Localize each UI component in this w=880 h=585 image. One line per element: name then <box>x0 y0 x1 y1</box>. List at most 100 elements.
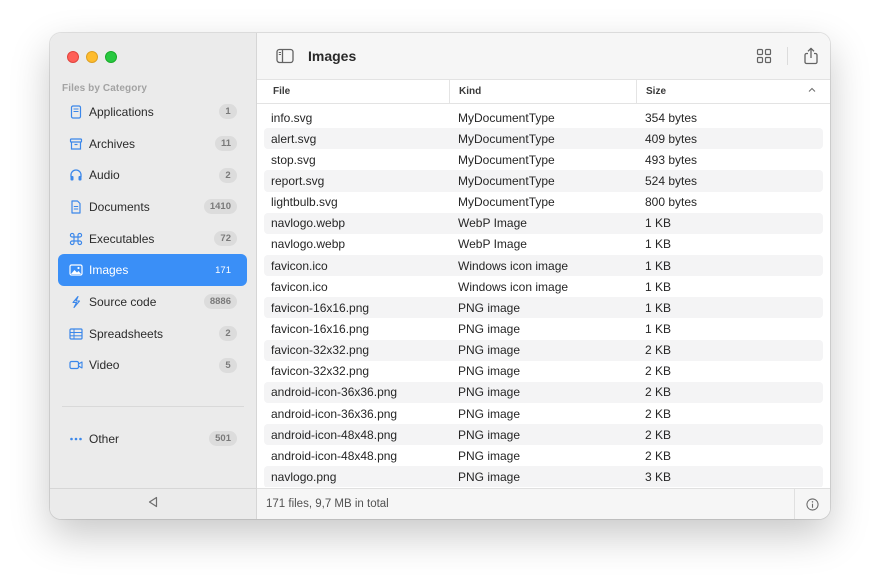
sidebar-item-label: Images <box>89 263 129 278</box>
table-row[interactable]: alert.svg MyDocumentType 409 bytes <box>264 128 823 150</box>
count-badge: 8886 <box>203 294 237 310</box>
zoom-window-button[interactable] <box>105 51 117 63</box>
file-name-cell: android-icon-48x48.png <box>271 427 398 442</box>
close-window-button[interactable] <box>67 51 79 63</box>
table-row[interactable]: android-icon-48x48.png PNG image 2 KB <box>264 424 823 446</box>
collapse-triangle-icon[interactable] <box>146 495 160 514</box>
command-icon <box>69 232 83 246</box>
table-row[interactable]: android-icon-36x36.png PNG image 2 KB <box>264 381 823 403</box>
file-name-cell: favicon-16x16.png <box>271 321 370 336</box>
table-row[interactable]: lightbulb.svg MyDocumentType 800 bytes <box>264 192 823 213</box>
file-name-cell: lightbulb.svg <box>271 195 338 210</box>
kind-cell: MyDocumentType <box>458 152 555 167</box>
size-cell: 1 KB <box>645 321 672 336</box>
file-name-cell: report.svg <box>271 173 325 188</box>
size-cell: 1 KB <box>645 300 672 315</box>
kind-cell: Windows icon image <box>458 279 569 294</box>
column-header-size[interactable]: Size <box>637 80 830 103</box>
kind-cell: PNG image <box>458 300 521 315</box>
photo-icon <box>69 263 83 277</box>
sidebar-item-spreadsheets[interactable]: Spreadsheets 2 <box>58 318 247 350</box>
sidebar-item-images[interactable]: Images 171 <box>58 254 247 287</box>
file-name-cell: navlogo.webp <box>271 216 346 231</box>
table-row[interactable]: stop.svg MyDocumentType 493 bytes <box>264 149 823 170</box>
sidebar-item-executables[interactable]: Executables 72 <box>58 223 247 255</box>
count-badge: 2 <box>219 167 237 183</box>
sort-ascending-icon <box>808 86 816 97</box>
column-header-kind[interactable]: Kind <box>450 80 637 103</box>
file-name-cell: android-icon-36x36.png <box>271 385 398 400</box>
table-row[interactable]: android-icon-48x48.png PNG image 2 KB <box>264 445 823 466</box>
app-window: Files by Category Applications 1 Archives 1… <box>50 33 830 519</box>
archive-box-icon <box>69 137 83 151</box>
sidebar-item-label: Executables <box>89 231 155 246</box>
sidebar: Files by Category Applications 1 Archives 1… <box>50 33 257 519</box>
sidebar-item-label: Documents <box>89 199 150 214</box>
column-header-label: Size <box>646 86 667 97</box>
size-cell: 1 KB <box>645 279 672 294</box>
sidebar-item-label: Video <box>89 358 120 373</box>
file-name-cell: android-icon-36x36.png <box>271 406 398 421</box>
table-row[interactable]: navlogo.webp WebP Image 1 KB <box>264 212 823 234</box>
count-badge: 171 <box>215 264 231 276</box>
file-name-cell: favicon.ico <box>271 279 328 294</box>
size-cell: 1 KB <box>645 237 672 252</box>
file-name-cell: info.svg <box>271 110 313 125</box>
sidebar-item-label: Spreadsheets <box>89 326 164 341</box>
table-row[interactable]: navlogo.png PNG image 3 KB <box>264 466 823 487</box>
file-name-cell: navlogo.png <box>271 469 337 484</box>
file-name-cell: favicon-32x32.png <box>271 364 370 379</box>
minimize-window-button[interactable] <box>86 51 98 63</box>
table-row[interactable]: navlogo.webp WebP Image 1 KB <box>264 234 823 255</box>
page-title: Images <box>308 48 357 64</box>
column-header-label: Kind <box>459 86 482 97</box>
swift-icon <box>69 295 83 309</box>
table-row[interactable]: favicon.ico Windows icon image 1 KB <box>264 254 823 277</box>
table-row[interactable]: info.svg MyDocumentType 354 bytes <box>264 107 823 128</box>
count-badge: 501 <box>209 431 237 447</box>
sidebar-item-label: Source code <box>89 294 157 309</box>
table-row[interactable]: favicon-16x16.png PNG image 1 KB <box>264 318 823 339</box>
table-row[interactable]: android-icon-36x36.png PNG image 2 KB <box>264 403 823 424</box>
file-name-cell: stop.svg <box>271 152 316 167</box>
sidebar-item-archives[interactable]: Archives 11 <box>58 128 247 160</box>
sidebar-item-audio[interactable]: Audio 2 <box>58 159 247 191</box>
sidebar-item-other[interactable]: Other 501 <box>58 423 247 455</box>
headphones-icon <box>69 168 83 182</box>
kind-cell: WebP Image <box>458 216 527 231</box>
size-cell: 524 bytes <box>645 173 698 188</box>
sidebar-toggle-icon[interactable] <box>276 48 294 64</box>
kind-cell: PNG image <box>458 427 521 442</box>
kind-cell: PNG image <box>458 364 521 379</box>
table-row[interactable]: favicon-32x32.png PNG image 2 KB <box>264 361 823 382</box>
kind-cell: PNG image <box>458 469 521 484</box>
sidebar-footer <box>50 488 256 519</box>
info-icon[interactable] <box>794 489 830 519</box>
kind-cell: Windows icon image <box>458 258 569 273</box>
sidebar-item-source-code[interactable]: Source code 8886 <box>58 286 247 318</box>
status-summary: 171 files, 9,7 MB in total <box>266 498 389 510</box>
sidebar-item-video[interactable]: Video 5 <box>58 350 247 382</box>
table-row[interactable]: favicon-16x16.png PNG image 1 KB <box>264 297 823 319</box>
size-cell: 354 bytes <box>645 110 698 125</box>
count-badge: 1410 <box>203 199 237 215</box>
file-name-cell: favicon-16x16.png <box>271 300 370 315</box>
main-content: Images File Kind Size info.svg MyDocumen… <box>257 33 830 519</box>
kind-cell: PNG image <box>458 448 521 463</box>
sidebar-item-label: Other <box>89 431 120 446</box>
count-badge: 11 <box>214 136 237 152</box>
kind-cell: PNG image <box>458 406 521 421</box>
share-icon[interactable] <box>802 47 820 65</box>
column-header-file[interactable]: File <box>257 80 450 103</box>
toolbar-actions <box>755 47 820 65</box>
category-list: Applications 1 Archives 11 Audio 2 Documents 14… <box>58 96 247 381</box>
document-icon <box>69 200 83 214</box>
size-cell: 2 KB <box>645 427 672 442</box>
table-row[interactable]: favicon.ico Windows icon image 1 KB <box>264 276 823 297</box>
sidebar-item-documents[interactable]: Documents 1410 <box>58 191 247 223</box>
table-row[interactable]: favicon-32x32.png PNG image 2 KB <box>264 339 823 361</box>
table-header: File Kind Size <box>257 80 830 104</box>
table-row[interactable]: report.svg MyDocumentType 524 bytes <box>264 170 823 192</box>
grid-view-icon[interactable] <box>755 48 773 64</box>
sidebar-item-applications[interactable]: Applications 1 <box>58 96 247 128</box>
